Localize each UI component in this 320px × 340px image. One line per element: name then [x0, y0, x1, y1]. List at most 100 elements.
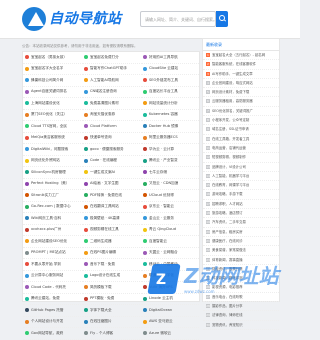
site-link[interactable]: 企业网站建设SEO优化 — [23, 236, 81, 248]
site-link[interactable]: xcxhxcx.plus广州 — [23, 225, 81, 236]
site-link[interactable]: Gov网站导航，政府 — [23, 328, 81, 340]
latest-item[interactable]: 16 游戏攻略，手游下载 — [203, 190, 279, 200]
site-link[interactable]: Logo设计在线生成 — [82, 271, 140, 282]
search-button[interactable] — [216, 11, 228, 27]
site-link[interactable]: 又拍云 · CDN加速 — [141, 179, 199, 190]
site-link[interactable]: Cloud Code - 代码托 — [23, 282, 81, 294]
site-link[interactable]: 京东云 · 智能云 — [141, 202, 199, 213]
site-link[interactable]: AI绘画 · 文字生图 — [82, 179, 140, 190]
latest-item[interactable]: 5 网页设计素材，免费下载 — [203, 88, 279, 98]
latest-item[interactable]: 1 宝宝起名大全（五行起名）- 起名网 — [203, 51, 279, 61]
latest-item[interactable]: 19 汽车资讯，二手车交易 — [203, 218, 279, 228]
site-link[interactable]: 青云 QingCloud — [141, 225, 199, 236]
site-link[interactable]: 在线翻译工具网站 — [82, 202, 140, 213]
latest-item[interactable]: 15 在线教育，网课学习平台 — [203, 181, 279, 191]
site-link[interactable]: 在线PS图片编辑 — [82, 248, 140, 259]
latest-item[interactable]: 22 美食菜谱，家常菜做法 — [203, 246, 279, 256]
site-link[interactable]: 金山云 · 云服务 — [141, 213, 199, 225]
site-link[interactable]: DigitalWiki，问题搜索 — [23, 144, 81, 156]
site-link[interactable]: Agent百度关键词排名 — [23, 87, 81, 98]
site-link[interactable]: Fly - 个人博客 — [82, 328, 140, 340]
site-link[interactable]: 厦门SEO优化（关注） — [23, 110, 81, 121]
site-link[interactable]: 宝宝起名字大全名字 — [23, 64, 81, 75]
site-link[interactable]: PDF转换 · 免费在线 — [82, 190, 140, 202]
site-link[interactable]: 视频剪辑在线工具 — [82, 225, 140, 236]
latest-item[interactable]: 4 企业官网建设，响应式网站 — [203, 79, 279, 89]
latest-item[interactable]: 7 SEO优化排名，关键词推广 — [203, 107, 279, 117]
site-link[interactable]: Wiki网页工具·百科 — [23, 213, 81, 225]
latest-item[interactable]: 8 小程序开发，公众号定制 — [203, 116, 279, 126]
latest-item[interactable]: 10 在线工具箱，开发者工具 — [203, 135, 279, 144]
latest-item[interactable]: 9 域名注册，SSL证书申请 — [203, 125, 279, 135]
site-link[interactable]: 腾讯云建站，免费 — [23, 294, 81, 305]
latest-item[interactable]: 17 招聘求职，人才网站 — [203, 200, 279, 210]
site-link[interactable]: 音乐下载 · 免费 — [82, 259, 140, 271]
site-link[interactable]: Kubernetes 容器 — [141, 110, 199, 121]
site-link[interactable]: 简历模板下载 — [82, 282, 140, 294]
site-favicon-icon — [143, 250, 147, 255]
site-link[interactable]: 上海网站建设优化 — [23, 98, 81, 110]
site-link[interactable]: 在线压缩图片 — [82, 317, 140, 328]
site-link[interactable]: Go-Rec.com | 数据中心 — [23, 202, 81, 213]
site-link[interactable]: Sitronik实力工厂 — [23, 190, 81, 202]
site-link[interactable]: SiliconSync机房管理 — [23, 167, 81, 179]
site-link[interactable]: 七牛云存储 — [141, 167, 199, 179]
site-link[interactable]: CN域名注册查询 — [82, 87, 140, 98]
site-link[interactable]: 天翼云 · 云网融合 — [141, 248, 199, 259]
latest-item[interactable]: 13 品牌设计，VI设计公司 — [203, 163, 279, 172]
latest-item[interactable]: 2 智能客服系统，在线客服软件 — [203, 60, 279, 70]
site-link[interactable]: 阿里云服务器ECS — [141, 133, 199, 144]
site-link[interactable]: Cloud TTS官网，全民 — [23, 121, 81, 133]
site-link[interactable]: 免费高清图片素材 — [82, 98, 140, 110]
site-link[interactable]: 好用的AI工具导航 — [141, 52, 199, 64]
site-link[interactable]: AWS 亚马逊云 — [141, 317, 199, 328]
search-input[interactable]: 请输入网址、简介、关键词、自行搜索。 — [140, 11, 216, 27]
site-link[interactable]: 个人网站设计与开发 — [23, 317, 81, 328]
latest-item[interactable]: 6 云服务器租用，高防服务器 — [203, 97, 279, 107]
latest-item[interactable]: 3 AI写作助手，一键生成文章 — [203, 70, 279, 79]
site-link[interactable]: DigitalOcean — [141, 305, 199, 317]
site-link[interactable]: 人工智能AI导航网 — [82, 75, 140, 87]
site-link[interactable]: GitHub Pages 托管 — [23, 305, 81, 317]
site-link[interactable]: 一键生成文案AI — [82, 167, 140, 179]
site-link[interactable]: 网站流量统计分析 — [141, 98, 199, 110]
site-link[interactable]: PPT模板 · 免费 — [82, 294, 140, 305]
site-link[interactable]: 二维码生成器 — [82, 236, 140, 248]
site-link[interactable]: Cloud Platform — [82, 121, 140, 133]
site-link[interactable]: Code · 在线编程 — [82, 156, 140, 167]
site-link[interactable]: 蜂巢科技公司简介网 — [23, 75, 81, 87]
site-link[interactable]: goco · 便捷搜索服务 — [82, 144, 140, 156]
site-link[interactable]: CloudSite 云建站 — [141, 64, 199, 75]
site-link[interactable]: 淘宝天猫优惠券 — [82, 110, 140, 121]
latest-item[interactable]: 18 旅游攻略，酒店预订 — [203, 209, 279, 219]
site-link[interactable]: MeiQia美洽客服系统 — [23, 133, 81, 144]
site-link[interactable]: 极简壁纸 · 4K高清 — [82, 213, 140, 225]
latest-item[interactable]: 28 摄影作品，图片分享 — [203, 302, 279, 312]
site-link[interactable]: 网页优化外贸网站 — [23, 156, 81, 167]
site-link[interactable]: Azure 微软云 — [141, 328, 199, 340]
site-link[interactable]: UCloud 优刻得 — [141, 190, 199, 202]
site-link[interactable]: 百度智能云 — [141, 236, 199, 248]
site-link[interactable]: Docker Hub 镜像 — [141, 121, 199, 133]
site-link[interactable]: SEO外链发布工具 — [141, 75, 199, 87]
latest-item[interactable]: 29 法律咨询，律师在线 — [203, 311, 279, 321]
latest-item[interactable]: 12 短视频剪辑，视频制作 — [203, 153, 279, 163]
site-logo[interactable]: 自动导航站 — [22, 7, 124, 31]
latest-item[interactable]: 30 宠物资讯，养宠知识 — [203, 321, 279, 330]
latest-item[interactable]: 20 房产信息，租房买房 — [203, 228, 279, 237]
site-link[interactable]: PROMPT | ME站点站 — [23, 248, 81, 259]
site-link[interactable]: 宝宝起名免费打分 — [82, 52, 140, 64]
site-link[interactable]: 云计算中心服务网站 — [23, 271, 81, 282]
site-link[interactable]: Perfect Hosting（美） — [23, 179, 81, 190]
site-link[interactable]: 宝宝起名（男孩女孩） — [23, 52, 81, 64]
site-link[interactable]: 不要从零开始 学到 — [23, 259, 81, 271]
latest-item[interactable]: 11 电商运营，店铺代运营 — [203, 144, 279, 154]
site-link[interactable]: 华为云 · 云计算 — [141, 144, 199, 156]
site-link[interactable]: 字体下载大全 — [82, 305, 140, 317]
site-link[interactable]: 腾讯云 · 产业智变 — [141, 156, 199, 167]
site-link[interactable]: 百度站长平台工具 — [141, 87, 199, 98]
site-link[interactable]: 智能写作ChatGPT助手 — [82, 64, 140, 75]
latest-item[interactable]: 21 健康医疗，在线问诊 — [203, 237, 279, 247]
site-link[interactable]: 快递单号查询 — [82, 133, 140, 144]
latest-item[interactable]: 14 人工智能，机器学习平台 — [203, 172, 279, 182]
